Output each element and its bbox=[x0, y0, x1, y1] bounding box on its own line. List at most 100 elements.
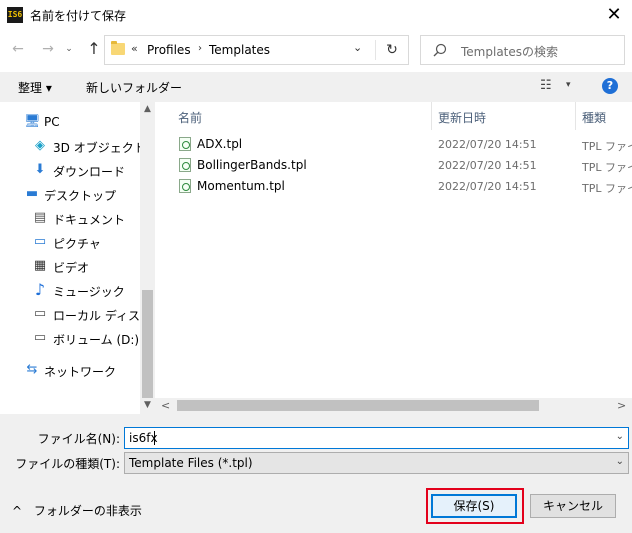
hide-folders-label: フォルダーの非表示 bbox=[33, 504, 142, 518]
forward-icon[interactable]: → bbox=[36, 37, 60, 61]
sidebar-item-label: 3D オブジェクト bbox=[53, 141, 140, 155]
sidebar-item-label: PC bbox=[44, 115, 60, 129]
sidebar-item-local-disk[interactable]: ▭ ローカル ディスク (C bbox=[0, 303, 140, 325]
document-icon: ▤ bbox=[33, 210, 47, 225]
file-modified: 2022/07/20 14:51 bbox=[438, 159, 537, 172]
back-icon[interactable]: ← bbox=[6, 37, 30, 61]
file-list: ^ 名前 更新日時 種類 ADX.tpl 2022/07/20 14:51 TP… bbox=[155, 102, 632, 398]
file-row[interactable]: BollingerBands.tpl 2022/07/20 14:51 TPL … bbox=[175, 155, 632, 176]
navigation-pane: 🖥 PC ◈ 3D オブジェクト ⬇ ダウンロード ▬ デスクトップ ▤ ドキュ… bbox=[0, 102, 140, 398]
file-row[interactable]: ADX.tpl 2022/07/20 14:51 TPL ファイル bbox=[175, 134, 632, 155]
3d-objects-icon: ◈ bbox=[35, 138, 45, 153]
text-caret bbox=[154, 431, 155, 445]
network-icon: ⇆ bbox=[26, 362, 38, 377]
sidebar-item-label: ドキュメント bbox=[53, 213, 126, 227]
file-type: TPL ファイル bbox=[582, 161, 632, 174]
address-dropdown-icon[interactable]: ⌄ bbox=[353, 41, 362, 54]
sidebar-item-downloads[interactable]: ⬇ ダウンロード bbox=[0, 159, 140, 181]
breadcrumb-profiles[interactable]: Profiles bbox=[147, 43, 191, 57]
scroll-right-icon[interactable]: > bbox=[617, 399, 626, 412]
view-options-icon[interactable]: ☷ bbox=[540, 78, 552, 93]
breadcrumb-templates[interactable]: Templates bbox=[209, 43, 270, 57]
sidebar-item-pictures[interactable]: ▭ ピクチャ bbox=[0, 231, 140, 253]
scrollbar-thumb[interactable] bbox=[177, 400, 539, 411]
breadcrumb-separator-icon[interactable]: › bbox=[198, 43, 202, 54]
column-header-name[interactable]: 名前 bbox=[178, 109, 202, 126]
help-icon[interactable]: ? bbox=[602, 78, 618, 94]
sidebar-item-label: ダウンロード bbox=[53, 165, 126, 179]
scroll-down-icon[interactable]: ▼ bbox=[140, 400, 155, 414]
sidebar-item-desktop[interactable]: ▬ デスクトップ bbox=[0, 183, 140, 205]
divider bbox=[375, 40, 376, 60]
filename-input[interactable]: is6fx ⌄ bbox=[124, 427, 629, 449]
pictures-icon: ▭ bbox=[33, 234, 47, 249]
music-icon: ♪ bbox=[34, 280, 46, 299]
refresh-icon[interactable]: ↻ bbox=[381, 40, 403, 60]
chevron-up-icon: ^ bbox=[12, 504, 23, 518]
column-header-type[interactable]: 種類 bbox=[582, 109, 606, 126]
file-name: ADX.tpl bbox=[197, 137, 243, 151]
scrollbar-thumb[interactable] bbox=[142, 290, 153, 398]
recent-locations-icon[interactable]: ⌄ bbox=[62, 37, 76, 61]
sidebar-item-volume-d[interactable]: ▭ ボリューム (D:) bbox=[0, 327, 140, 349]
template-file-icon bbox=[179, 137, 191, 151]
filetype-select[interactable]: Template Files (*.tpl) ⌄ bbox=[124, 452, 629, 474]
column-divider[interactable] bbox=[431, 102, 432, 130]
scroll-left-icon[interactable]: < bbox=[161, 399, 170, 412]
folder-icon bbox=[111, 41, 125, 55]
file-type: TPL ファイル bbox=[582, 140, 632, 153]
sidebar-item-documents[interactable]: ▤ ドキュメント bbox=[0, 207, 140, 229]
app-icon: IS6 bbox=[7, 7, 23, 23]
sidebar-item-label: ボリューム (D:) bbox=[53, 333, 140, 347]
file-type: TPL ファイル bbox=[582, 182, 632, 195]
sidebar-item-pc[interactable]: 🖥 PC bbox=[0, 111, 140, 133]
file-modified: 2022/07/20 14:51 bbox=[438, 138, 537, 151]
sidebar-item-label: ローカル ディスク (C bbox=[53, 309, 140, 323]
horizontal-scrollbar[interactable]: < > bbox=[155, 398, 632, 414]
volume-icon: ▭ bbox=[33, 330, 47, 345]
scroll-up-icon[interactable]: ▲ bbox=[140, 104, 155, 118]
window-title: 名前を付けて保存 bbox=[30, 9, 127, 23]
sidebar-item-label: デスクトップ bbox=[44, 189, 117, 203]
view-dropdown-icon[interactable]: ▾ bbox=[566, 80, 571, 90]
sidebar-item-label: ビデオ bbox=[53, 261, 90, 275]
column-divider[interactable] bbox=[575, 102, 576, 130]
sidebar-scrollbar[interactable]: ▲ ▼ bbox=[140, 102, 155, 414]
title-bar: IS6 名前を付けて保存 ✕ bbox=[0, 0, 632, 30]
hide-folders-toggle[interactable]: ^ フォルダーの非表示 bbox=[12, 502, 142, 519]
sort-ascending-icon: ^ bbox=[297, 102, 306, 109]
desktop-icon: ▬ bbox=[25, 186, 39, 201]
search-input[interactable]: Templatesの検索 bbox=[420, 35, 625, 65]
file-modified: 2022/07/20 14:51 bbox=[438, 180, 537, 193]
organize-button[interactable]: 整理 ▾ bbox=[18, 79, 52, 96]
filetype-label: ファイルの種類(T): bbox=[15, 457, 120, 471]
close-button[interactable]: ✕ bbox=[598, 2, 630, 28]
pc-icon: 🖥 bbox=[24, 114, 41, 129]
sidebar-item-3d-objects[interactable]: ◈ 3D オブジェクト bbox=[0, 135, 140, 157]
sidebar-item-videos[interactable]: ▦ ビデオ bbox=[0, 255, 140, 277]
filename-label: ファイル名(N): bbox=[37, 432, 120, 446]
address-bar[interactable]: « Profiles › Templates ⌄ ↻ bbox=[104, 35, 409, 65]
sidebar-item-network[interactable]: ⇆ ネットワーク bbox=[0, 359, 140, 381]
template-file-icon bbox=[179, 179, 191, 193]
new-folder-button[interactable]: 新しいフォルダー bbox=[86, 79, 182, 96]
search-icon bbox=[433, 43, 447, 57]
filetype-value: Template Files (*.tpl) bbox=[129, 456, 253, 470]
up-folder-icon[interactable]: ↑ bbox=[82, 37, 106, 61]
download-icon: ⬇ bbox=[34, 162, 46, 177]
save-button[interactable]: 保存(S) bbox=[431, 494, 517, 518]
column-header-modified[interactable]: 更新日時 bbox=[438, 109, 486, 126]
breadcrumb-overflow-button[interactable]: « bbox=[131, 42, 138, 55]
file-name: BollingerBands.tpl bbox=[197, 158, 307, 172]
cancel-button[interactable]: キャンセル bbox=[530, 494, 616, 518]
sidebar-item-music[interactable]: ♪ ミュージック bbox=[0, 279, 140, 301]
template-file-icon bbox=[179, 158, 191, 172]
chevron-down-icon[interactable]: ⌄ bbox=[616, 456, 624, 467]
file-name: Momentum.tpl bbox=[197, 179, 285, 193]
sidebar-item-label: ピクチャ bbox=[53, 237, 101, 251]
toolbar: 整理 ▾ 新しいフォルダー ☷ ▾ ? bbox=[0, 72, 632, 102]
file-row[interactable]: Momentum.tpl 2022/07/20 14:51 TPL ファイル bbox=[175, 176, 632, 197]
chevron-down-icon[interactable]: ⌄ bbox=[616, 431, 624, 442]
save-form: ファイル名(N): is6fx ⌄ ファイルの種類(T): Template F… bbox=[0, 414, 632, 533]
sidebar-item-label: ミュージック bbox=[53, 285, 125, 299]
